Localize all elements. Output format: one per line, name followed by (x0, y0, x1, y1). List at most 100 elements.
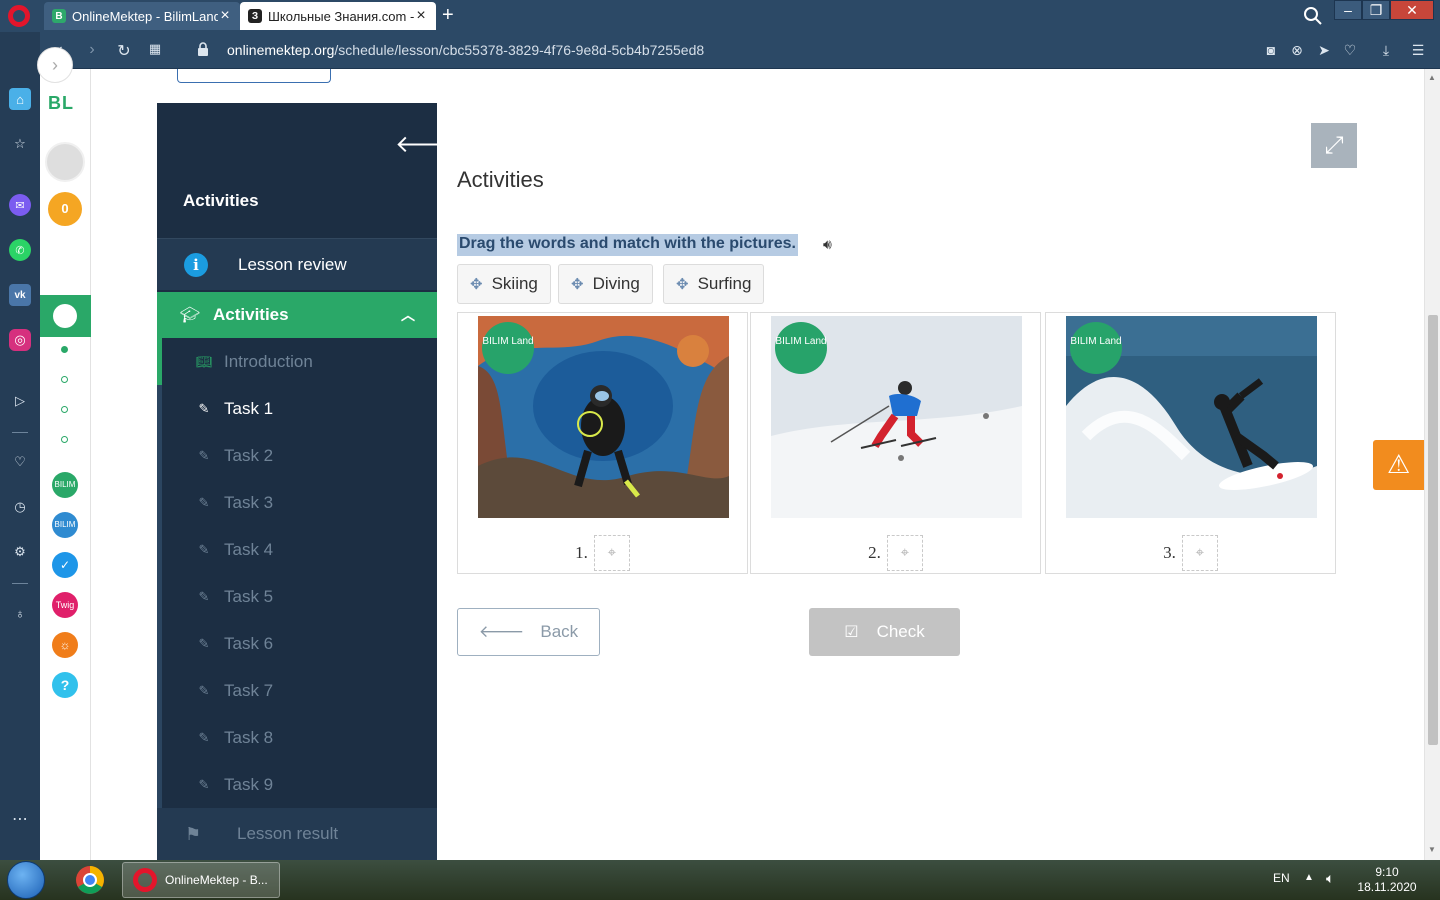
sidebar-dot[interactable] (61, 346, 68, 353)
scroll-up-arrow-icon[interactable]: ▲ (1428, 73, 1436, 82)
drop-target-icon[interactable]: ⌖ (1181, 535, 1218, 571)
reload-icon[interactable]: ↻ (114, 41, 134, 61)
chevron-up-icon[interactable]: ︿ (401, 305, 415, 325)
partial-top-button[interactable] (177, 69, 331, 83)
chrome-taskbar-icon[interactable] (72, 862, 108, 898)
opera-taskbar-button[interactable]: OnlineMektep - B... (122, 862, 280, 898)
coin-counter-badge[interactable]: 0 (48, 192, 82, 226)
nav-item-task-1[interactable]: ✎ Task 1 (157, 385, 437, 432)
settings-gear-icon[interactable]: ⚙ (9, 541, 31, 563)
back-button[interactable]: 🡐 Back (457, 608, 600, 656)
volume-icon[interactable]: 🔈︎ (1326, 870, 1334, 887)
nav-item-task-9[interactable]: ✎ Task 9 (157, 761, 437, 808)
sidebar-item-onlinemektep[interactable] (40, 295, 91, 337)
fullscreen-expand-icon[interactable]: ⤢ (1311, 123, 1357, 168)
lightbulb-icon[interactable]: ♁ (9, 602, 31, 624)
browser-tab-onlinemektep[interactable]: B OnlineMektep - BilimLand × (44, 2, 240, 30)
nav-item-task-5[interactable]: ✎ Task 5 (157, 573, 437, 620)
check-button[interactable]: ☑ Check (809, 608, 960, 656)
forward-nav-icon[interactable]: › (82, 41, 102, 59)
system-clock[interactable]: 9:10 18.11.2020 (1356, 865, 1418, 895)
nav-item-task-6[interactable]: ✎ Task 6 (157, 620, 437, 667)
home-icon[interactable]: ⌂ (9, 88, 31, 110)
lock-icon[interactable] (197, 42, 209, 56)
drag-word-diving[interactable]: ✥ Diving (558, 264, 653, 304)
sidebar-dot[interactable] (61, 436, 68, 443)
nav-item-introduction[interactable]: 📖︎ Introduction (157, 338, 437, 385)
keyboard-language-indicator[interactable]: EN (1273, 871, 1290, 885)
instagram-icon[interactable]: ◎ (9, 329, 31, 351)
edit-icon: ✎ (198, 400, 210, 416)
minimize-window-button[interactable]: – (1334, 0, 1362, 20)
drop-target-icon[interactable]: ⌖ (886, 535, 923, 571)
tab-close-icon[interactable]: × (218, 7, 232, 25)
edit-icon: ✎ (198, 447, 210, 463)
scrollbar-thumb[interactable] (1428, 315, 1438, 745)
sidebar-dot[interactable] (61, 376, 68, 383)
help-app-icon[interactable]: ? (52, 672, 78, 698)
drop-target-icon[interactable]: ⌖ (593, 535, 630, 571)
picture-number: 2. (868, 543, 881, 562)
test-app-icon[interactable]: ✓ (52, 552, 78, 578)
maximize-window-button[interactable]: ❐ (1362, 0, 1390, 20)
nav-item-task-3[interactable]: ✎ Task 3 (157, 479, 437, 526)
book-icon: 📖︎ (196, 353, 213, 369)
activities-section-header[interactable]: 🎓︎ Activities ︿ (157, 292, 437, 338)
heart-bookmark-icon[interactable]: ♡ (1342, 42, 1358, 58)
camera-snapshot-icon[interactable]: ◙ (1263, 42, 1279, 58)
history-clock-icon[interactable]: ◷ (9, 496, 31, 518)
star-icon[interactable]: ☆ (9, 133, 31, 155)
bilimland-watermark-badge: BILIM Land (482, 322, 534, 374)
heart-icon[interactable]: ♡ (9, 451, 31, 473)
vk-icon[interactable]: vk (9, 284, 31, 306)
opera-logo-icon[interactable] (8, 5, 30, 27)
collapse-panel-arrow-icon[interactable]: 🡐 (395, 129, 437, 159)
url-field[interactable]: onlinemektep.org/schedule/lesson/cbc5537… (227, 42, 704, 58)
sidebar-expand-chevron-icon[interactable]: › (37, 47, 73, 83)
lesson-review-item[interactable]: i Lesson review (157, 238, 437, 290)
windows-start-button[interactable] (7, 861, 45, 899)
drop-row-2: 2. ⌖ (751, 535, 1040, 571)
more-dots-icon[interactable]: ⋯ (9, 808, 31, 830)
drag-word-surfing[interactable]: ✥ Surfing (663, 264, 765, 304)
page-scrollbar[interactable]: ▲ ▼ (1424, 69, 1440, 860)
lesson-nav-panel: 🡐 Activities i Lesson review 🎓︎ Activiti… (157, 103, 437, 860)
nav-item-task-2[interactable]: ✎ Task 2 (157, 432, 437, 479)
whatsapp-icon[interactable]: ✆ (9, 239, 31, 261)
nav-item-task-8[interactable]: ✎ Task 8 (157, 714, 437, 761)
scroll-down-arrow-icon[interactable]: ▼ (1428, 845, 1436, 854)
opera-sidebar: ⌂ ☆ ✉ ✆ vk ◎ ▷ ♡ ◷ ⚙ ♁ ⋯ (0, 32, 40, 860)
activities-section-label: Activities (213, 305, 289, 324)
search-tabs-icon[interactable] (1303, 6, 1323, 26)
bilimland-app-icon[interactable]: BILIM Land (52, 472, 78, 515)
ad-block-icon[interactable]: ⊗ (1289, 42, 1305, 58)
send-flow-icon[interactable]: ➤ (1316, 42, 1332, 58)
speaker-audio-icon[interactable]: 🔊︎ (823, 236, 832, 253)
lesson-result-item[interactable]: ⚑ Lesson result (157, 808, 437, 860)
imagine-app-icon[interactable]: ☼ (52, 632, 78, 658)
nav-item-task-7[interactable]: ✎ Task 7 (157, 667, 437, 714)
new-tab-plus-icon[interactable]: + (442, 5, 454, 25)
player-send-icon[interactable]: ▷ (9, 390, 31, 412)
tray-expand-icon[interactable]: ▲ (1304, 872, 1314, 883)
sidebar-separator (12, 432, 28, 433)
bilimland-logo[interactable]: BL (48, 93, 74, 114)
close-window-button[interactable]: ✕ (1390, 0, 1434, 20)
download-icon[interactable]: ⤓ (1378, 42, 1394, 58)
messenger-icon[interactable]: ✉ (9, 194, 31, 216)
activities-list: 📖︎ Introduction ✎ Task 1 ✎ Task 2 ✎ Task 3 ✎… (157, 338, 437, 808)
warning-report-icon[interactable]: ⚠ (1373, 440, 1424, 490)
nav-item-task-4[interactable]: ✎ Task 4 (157, 526, 437, 573)
twig-app-icon[interactable]: Twig (52, 592, 78, 618)
lesson-review-label: Lesson review (238, 254, 347, 274)
edit-icon: ✎ (198, 588, 210, 604)
menu-icon[interactable]: ☰ (1410, 42, 1426, 58)
speed-dial-grid-icon[interactable]: ▦ (145, 41, 165, 57)
bilimbook-app-icon[interactable]: BILIM Book (52, 512, 78, 555)
tab-close-icon[interactable]: × (414, 7, 428, 25)
user-avatar[interactable] (45, 142, 85, 182)
drag-word-skiing[interactable]: ✥ Skiing (457, 264, 551, 304)
browser-tab-znania[interactable]: З Школьные Знания.com - I × (240, 2, 436, 30)
picture-number: 1. (575, 543, 588, 562)
sidebar-dot[interactable] (61, 406, 68, 413)
